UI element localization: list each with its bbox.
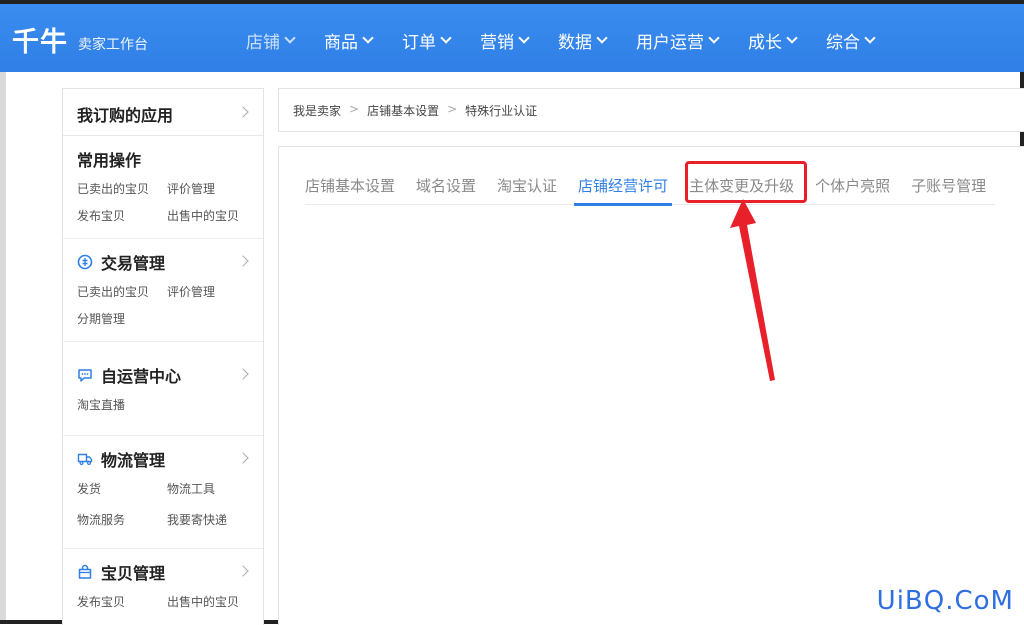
- nav-label: 营销: [480, 33, 514, 53]
- sidebar-link[interactable]: 物流服务: [77, 511, 167, 528]
- chevron-down-icon: [786, 32, 798, 44]
- nav-label: 商品: [324, 33, 358, 53]
- sidebar-section-logistics: 物流管理 发货 物流工具 物流服务 我要寄快递: [63, 436, 263, 549]
- sidebar-link[interactable]: 物流工具: [167, 480, 257, 497]
- workbench-subtitle: 卖家工作台: [78, 37, 148, 53]
- site-watermark: UiBQ.CoM: [876, 586, 1014, 616]
- nav-item-orders[interactable]: 订单: [402, 28, 452, 53]
- sidebar-section-common: 常用操作 已卖出的宝贝 评价管理 发布宝贝 出售中的宝贝: [63, 136, 263, 239]
- annotation-arrow-shape: [730, 199, 775, 381]
- section-header[interactable]: 宝贝管理: [77, 561, 249, 583]
- sidebar-link[interactable]: 出售中的宝贝: [167, 207, 257, 224]
- chevron-down-icon: [708, 32, 720, 44]
- nav-item-data[interactable]: 数据: [558, 28, 608, 53]
- section-title: 交易管理: [101, 254, 166, 273]
- nav-item-growth[interactable]: 成长: [748, 28, 798, 53]
- chevron-down-icon: [284, 32, 296, 44]
- chevron-down-icon: [440, 32, 452, 44]
- sidebar: 我订购的应用 常用操作 已卖出的宝贝 评价管理 发布宝贝 出售中的宝贝 交易管理…: [62, 88, 264, 625]
- sidebar-link[interactable]: 出售中的宝贝: [167, 593, 257, 610]
- qianniu-logo[interactable]: 千牛: [12, 20, 68, 59]
- truck-icon: [77, 453, 93, 466]
- sidebar-link[interactable]: 分期管理: [77, 310, 167, 327]
- section-header[interactable]: 交易管理: [77, 251, 249, 273]
- nav-label: 订单: [402, 33, 436, 53]
- trade-icon: [77, 254, 93, 270]
- sidebar-link[interactable]: 已卖出的宝贝: [77, 180, 167, 197]
- top-navigation-bar: 千牛 卖家工作台 店铺 商品 订单 营销 数据 用户运营 成长 综合: [0, 4, 1024, 72]
- nav-item-store[interactable]: 店铺: [246, 28, 296, 53]
- sidebar-link[interactable]: 我要寄快递: [167, 511, 257, 528]
- chevron-down-icon: [518, 32, 530, 44]
- chevron-down-icon: [362, 32, 374, 44]
- chevron-down-icon: [596, 32, 608, 44]
- main-nav: 店铺 商品 订单 营销 数据 用户运营 成长 综合: [246, 28, 904, 53]
- nav-item-products[interactable]: 商品: [324, 28, 374, 53]
- sidebar-link[interactable]: 评价管理: [167, 283, 257, 300]
- section-header[interactable]: 自运营中心: [77, 364, 249, 386]
- left-gutter: [0, 72, 6, 624]
- section-title: 自运营中心: [101, 367, 182, 386]
- nav-item-marketing[interactable]: 营销: [480, 28, 530, 53]
- nav-label: 数据: [558, 33, 592, 53]
- sidebar-link[interactable]: 评价管理: [167, 180, 257, 197]
- sidebar-link[interactable]: 发布宝贝: [77, 593, 167, 610]
- subscribed-apps-title: 我订购的应用: [77, 106, 174, 125]
- section-title: 常用操作: [77, 151, 142, 170]
- nav-label: 成长: [748, 33, 782, 53]
- section-title: 宝贝管理: [101, 564, 166, 583]
- chevron-down-icon: [864, 32, 876, 44]
- sidebar-section-products: 宝贝管理 发布宝贝 出售中的宝贝: [63, 549, 263, 624]
- chevron-right-icon: [237, 106, 249, 118]
- nav-label: 综合: [826, 33, 860, 53]
- sidebar-link[interactable]: 发货: [77, 480, 167, 497]
- sidebar-link[interactable]: 淘宝直播: [77, 396, 167, 413]
- subscribed-apps-header[interactable]: 我订购的应用: [63, 89, 263, 136]
- nav-item-general[interactable]: 综合: [826, 28, 876, 53]
- bag-icon: [78, 564, 92, 579]
- nav-item-user-ops[interactable]: 用户运营: [636, 28, 720, 53]
- annotation-arrow: [730, 199, 775, 381]
- section-title: 物流管理: [101, 451, 166, 470]
- sidebar-link[interactable]: 发布宝贝: [77, 207, 167, 224]
- sidebar-section-self-ops: 自运营中心 淘宝直播: [63, 342, 263, 436]
- sidebar-link[interactable]: 已卖出的宝贝: [77, 283, 167, 300]
- sidebar-section-trade: 交易管理 已卖出的宝贝 评价管理 分期管理: [63, 239, 263, 342]
- chat-icon: [78, 369, 92, 382]
- nav-label: 用户运营: [636, 33, 704, 53]
- nav-label: 店铺: [246, 33, 280, 53]
- main-content: 我是卖家 > 店铺基本设置 > 特殊行业认证 店铺基本设置 域名设置 淘宝认证 …: [278, 88, 1024, 625]
- section-header[interactable]: 物流管理: [77, 448, 249, 470]
